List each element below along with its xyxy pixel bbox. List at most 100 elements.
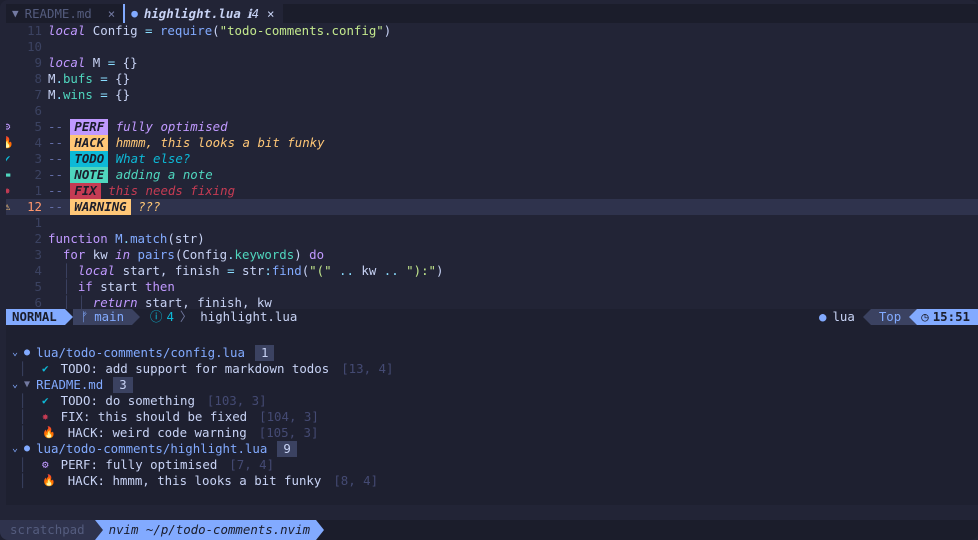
code-token: local: [48, 55, 86, 70]
line-text: for kw in pairs(Config.keywords) do: [48, 247, 324, 263]
line-number: 11: [27, 23, 42, 38]
trouble-item[interactable]: │ ⚙ PERF: fully optimised [7, 4]: [6, 457, 978, 473]
diagnostics-count: 4: [166, 309, 174, 324]
line-text: -- PERF fully optimised: [48, 119, 228, 135]
code-token: "):": [406, 263, 437, 278]
tab-readme[interactable]: ▼ README.md ×: [6, 4, 123, 23]
todo-tag: NOTE: [70, 167, 109, 183]
code-line[interactable]: ⚠ 12 -- WARNING ???: [6, 199, 978, 215]
info-icon: ⓘ: [150, 309, 163, 324]
code-token: ): [197, 231, 205, 246]
code-buffer[interactable]: 11 local Config = require("todo-comments.…: [6, 23, 978, 310]
separator: [94, 520, 103, 540]
indent-guide: │: [19, 457, 27, 472]
perf-icon: ⚙: [42, 458, 49, 471]
code-line[interactable]: 5 │ if start then: [6, 279, 978, 295]
group-count: 1: [254, 345, 275, 361]
trouble-group[interactable]: ⌄ ▼ README.md 3: [6, 377, 978, 393]
line-number: 2: [34, 231, 42, 246]
code-token: start, finish, kw: [137, 295, 272, 310]
diagnostics-indicator: ⓘ 4: [140, 309, 180, 325]
trouble-item[interactable]: │ ✸ FIX: this should be fixed [104, 3]: [6, 409, 978, 425]
group-count: 9: [277, 441, 297, 457]
tmux-session[interactable]: scratchpad: [0, 520, 95, 540]
chevron-down-icon[interactable]: ⌄: [12, 441, 18, 457]
chevron-down-icon[interactable]: ⌄: [12, 345, 18, 361]
item-location: [103, 3]: [206, 393, 267, 408]
statusline: NORMAL ᚠ main ⓘ 4 〉 highlight.lua ● lua …: [6, 309, 978, 325]
chevron-down-icon[interactable]: ⌄: [12, 377, 18, 393]
line-text: -- TODO What else?: [48, 151, 190, 167]
code-token: str: [234, 263, 265, 278]
comment-marker: --: [48, 151, 71, 166]
clock: ◷ 15:51: [917, 309, 978, 325]
comment-marker: --: [48, 183, 71, 198]
check-icon: ✔: [42, 394, 49, 407]
indent-guide: │: [19, 393, 27, 408]
statusline-filename: highlight.lua: [200, 309, 298, 324]
code-token: start, finish: [115, 263, 228, 278]
mode-indicator: NORMAL: [6, 309, 65, 325]
code-line[interactable]: 8 M.bufs = {}: [6, 71, 978, 87]
code-line[interactable]: 9 local M = {}: [6, 55, 978, 71]
code-line[interactable]: ✸ 1 -- FIX this needs fixing: [6, 183, 978, 199]
item-text: TODO: add support for markdown todos: [60, 361, 330, 376]
tab-highlight-lua[interactable]: ● highlight.lua ℹ4 ×: [123, 4, 283, 23]
code-token: (: [167, 231, 175, 246]
code-token: =: [227, 263, 235, 278]
trouble-item[interactable]: │ ✔ TODO: do something [103, 3]: [6, 393, 978, 409]
code-token: =: [100, 87, 108, 102]
code-token: =: [100, 71, 108, 86]
close-icon[interactable]: ×: [108, 6, 115, 21]
line-text: M.bufs = {}: [48, 71, 130, 87]
todo-trouble-panel[interactable]: ⌄ ● lua/todo-comments/config.lua 1 │ ✔ TODO: a…: [6, 325, 978, 505]
comment-marker: --: [48, 135, 71, 150]
clock-icon: ◷: [921, 309, 929, 324]
separator: [64, 309, 73, 325]
code-token: "todo-comments.config": [219, 23, 384, 38]
trouble-item[interactable]: │ 🔥 HACK: weird code warning [105, 3]: [6, 425, 978, 441]
separator: [316, 520, 325, 540]
code-line[interactable]: ⚙ 5 -- PERF fully optimised: [6, 119, 978, 135]
code-line[interactable]: 10: [6, 39, 978, 55]
fire-icon: 🔥: [42, 426, 56, 439]
code-line[interactable]: 🔥 4 -- HACK hmmm, this looks a bit funky: [6, 135, 978, 151]
tab-label: highlight.lua: [143, 6, 241, 21]
code-line[interactable]: 1: [6, 215, 978, 231]
code-token: (Config: [174, 247, 228, 262]
trouble-item[interactable]: │ 🔥 HACK: hmmm, this looks a bit funky [8, …: [6, 473, 978, 489]
line-number: 6: [34, 103, 42, 118]
code-line[interactable]: 6 │ │ return start, finish, kw: [6, 295, 978, 310]
code-token: str: [174, 231, 198, 246]
close-icon[interactable]: ×: [267, 6, 274, 21]
code-line[interactable]: 11 local Config = require("todo-comments.…: [6, 23, 978, 39]
code-line[interactable]: 6: [6, 103, 978, 119]
trouble-group[interactable]: ⌄ ● lua/todo-comments/config.lua 1: [6, 345, 978, 361]
line-number: 4: [34, 263, 42, 278]
code-token: kw: [353, 263, 384, 278]
separator: [909, 309, 918, 325]
todo-text: this needs fixing: [108, 183, 236, 198]
code-token: local: [48, 23, 86, 38]
item-location: [105, 3]: [258, 425, 319, 440]
code-line[interactable]: 4 │ local start, finish = str:find("(" .…: [6, 263, 978, 279]
code-line[interactable]: 3 for kw in pairs(Config.keywords) do: [6, 247, 978, 263]
trouble-group[interactable]: ⌄ ● lua/todo-comments/highlight.lua 9: [6, 441, 978, 457]
line-text: function M.match(str): [48, 231, 205, 247]
code-line[interactable]: 2 function M.match(str): [6, 231, 978, 247]
code-token: .: [55, 87, 63, 102]
group-path: README.md: [36, 377, 104, 392]
line-number: 12: [27, 199, 42, 214]
code-line[interactable]: ✔ 3 -- TODO What else?: [6, 151, 978, 167]
trouble-item[interactable]: │ ✔ TODO: add support for markdown todos [1…: [6, 361, 978, 377]
todo-tag: TODO: [70, 151, 109, 167]
code-line[interactable]: 7 M.wins = {}: [6, 87, 978, 103]
item-location: [8, 4]: [333, 473, 379, 488]
code-token: if: [77, 279, 93, 294]
tmux-window[interactable]: nvim ~/p/todo-comments.nvim: [102, 520, 317, 540]
code-token: find: [271, 263, 302, 278]
code-token: pairs: [137, 247, 175, 262]
code-line[interactable]: ▬ 2 -- NOTE adding a note: [6, 167, 978, 183]
